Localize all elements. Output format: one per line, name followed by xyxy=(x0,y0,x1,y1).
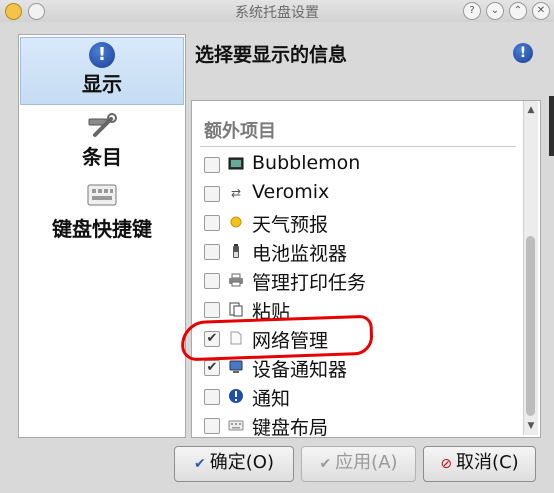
notification-icon xyxy=(228,388,244,404)
monitor-icon xyxy=(228,156,244,172)
battery-icon xyxy=(228,243,244,259)
list-item-veromix[interactable]: ⇄ Veromix xyxy=(192,179,522,208)
item-label: Veromix xyxy=(252,181,330,203)
item-label: 天气预报 xyxy=(252,214,329,236)
close-button[interactable]: ✕ xyxy=(532,2,550,20)
printer-icon xyxy=(228,272,244,288)
apply-button[interactable]: ✔ 应用(A) xyxy=(301,446,416,482)
checkmark-icon: ✔ xyxy=(194,456,206,472)
red-highlight-annotation xyxy=(180,314,374,362)
item-label: 通知 xyxy=(252,388,291,410)
checkmark-icon: ✔ xyxy=(319,456,332,472)
sidebar-item-entries[interactable]: 条目 xyxy=(19,113,185,175)
apply-label: 应用(A) xyxy=(335,452,398,473)
item-label: Bubblemon xyxy=(252,152,361,174)
section-header: 额外项目 xyxy=(204,121,276,142)
item-label: 键盘布局 xyxy=(252,417,329,439)
list-item-weather[interactable]: 天气预报 xyxy=(192,208,522,237)
scroll-up-icon[interactable]: ▲ xyxy=(524,103,538,117)
extra-items-list: 额外项目 Bubblemon ⇄ Veromix 天气预报 电池监视器 管理打印… xyxy=(191,100,541,440)
settings-window: 系统托盘设置 ? ⌄ ⌃ ✕ ! 显示 条目 键盘快捷键 选择要显示的信息 ! … xyxy=(0,0,554,493)
list-item-keyboard-layout[interactable]: 键盘布局 xyxy=(192,411,522,440)
checkbox[interactable]: ✔ xyxy=(204,360,220,376)
paste-icon xyxy=(228,301,244,317)
category-sidebar: ! 显示 条目 键盘快捷键 xyxy=(18,34,186,438)
help-button[interactable]: ? xyxy=(463,2,481,20)
cancel-button[interactable]: ⊘ 取消(C) xyxy=(423,446,536,482)
checkbox[interactable] xyxy=(204,215,220,231)
weather-icon xyxy=(228,214,244,230)
cancel-icon: ⊘ xyxy=(440,456,453,472)
cancel-label: 取消(C) xyxy=(456,452,519,473)
list-scrollbar[interactable]: ▲ ▼ xyxy=(523,101,538,435)
list-item-battery-monitor[interactable]: 电池监视器 xyxy=(192,237,522,266)
ok-button[interactable]: ✔ 确定(O) xyxy=(174,446,294,482)
item-label: 管理打印任务 xyxy=(252,272,367,294)
checkbox[interactable] xyxy=(204,273,220,289)
checkbox[interactable] xyxy=(204,157,220,173)
sidebar-item-label: 显示 xyxy=(82,72,122,96)
sidebar-item-keyboard-shortcuts[interactable]: 键盘快捷键 xyxy=(19,183,185,245)
scroll-down-icon[interactable]: ▼ xyxy=(524,419,538,433)
info-icon: ! xyxy=(513,43,533,63)
page-title: 选择要显示的信息 xyxy=(195,44,348,66)
list-item-bubblemon[interactable]: Bubblemon xyxy=(192,150,522,179)
item-label: 设备通知器 xyxy=(252,359,348,381)
list-item-print-jobs[interactable]: 管理打印任务 xyxy=(192,266,522,295)
section-divider xyxy=(200,146,516,147)
list-item-notifications[interactable]: 通知 xyxy=(192,382,522,411)
title-bar: 系统托盘设置 ? ⌄ ⌃ ✕ xyxy=(0,0,554,22)
keyboard-icon xyxy=(19,183,185,213)
sidebar-item-label: 键盘快捷键 xyxy=(52,217,152,241)
checkbox[interactable] xyxy=(204,302,220,318)
ok-label: 确定(O) xyxy=(209,452,274,473)
checkbox[interactable] xyxy=(204,389,220,405)
maximize-button[interactable]: ⌃ xyxy=(509,2,527,20)
device-icon xyxy=(228,359,244,375)
item-label: 电池监视器 xyxy=(252,243,348,265)
info-icon: ! xyxy=(89,42,115,68)
scroll-thumb[interactable] xyxy=(526,236,535,416)
checkbox[interactable] xyxy=(204,418,220,434)
sidebar-item-label: 条目 xyxy=(82,145,122,169)
arrows-icon: ⇄ xyxy=(230,186,242,200)
background-edge xyxy=(549,96,554,156)
sidebar-item-display[interactable]: ! 显示 xyxy=(20,37,184,105)
tools-icon xyxy=(19,113,185,141)
checkbox[interactable] xyxy=(204,244,220,260)
keyboard-layout-icon xyxy=(228,417,244,433)
minimize-button[interactable]: ⌄ xyxy=(486,2,504,20)
checkbox[interactable] xyxy=(204,186,220,202)
